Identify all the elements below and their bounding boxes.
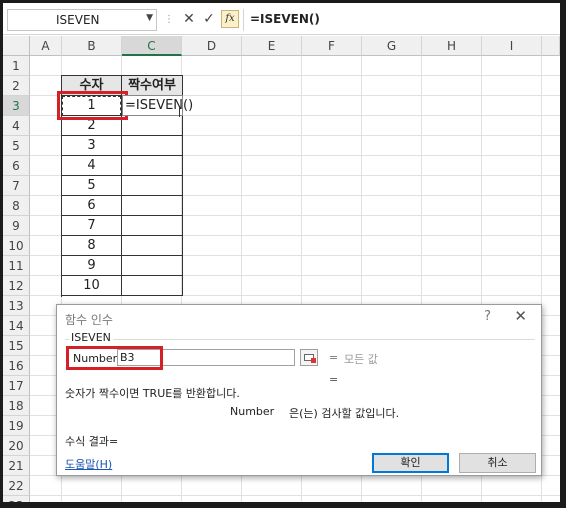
group-border (65, 339, 535, 340)
range-icon-arrow (311, 358, 316, 363)
cell-b7[interactable]: 5 (62, 176, 122, 196)
dialog-title: 함수 인수 (65, 313, 113, 327)
row-header-15[interactable]: 15 (3, 336, 30, 356)
argument-result: 모든 값 (344, 353, 378, 366)
highlight-box-number (66, 346, 163, 370)
formula-result: 수식 결과= (65, 435, 119, 448)
row-header-2[interactable]: 2 (3, 76, 30, 96)
row-header-23[interactable]: 23 (3, 496, 30, 502)
cell-b8[interactable]: 6 (62, 196, 122, 216)
cell-b9[interactable]: 7 (62, 216, 122, 236)
row-header-18[interactable]: 18 (3, 396, 30, 416)
cell-c6[interactable] (122, 156, 183, 176)
cell-b6[interactable]: 4 (62, 156, 122, 176)
function-arguments-dialog: 함수 인수 ? ✕ ISEVEN Number B3 = 모든 값 = 숫자가 … (56, 304, 542, 476)
row-header-10[interactable]: 10 (3, 236, 30, 256)
cancel-formula-button[interactable]: ✕ (181, 11, 197, 27)
ok-button[interactable]: 확인 (372, 453, 449, 473)
row-header-21[interactable]: 21 (3, 456, 30, 476)
row-header-1[interactable]: 1 (3, 56, 30, 76)
argument-description: 은(는) 검사할 값입니다. (289, 407, 400, 420)
enter-formula-button[interactable]: ✓ (201, 11, 217, 27)
chevron-down-icon[interactable]: ▼ (146, 13, 153, 23)
excel-window: ISEVEN ▼ ⋮ ✕ ✓ fx =ISEVEN() A B C D E F … (3, 3, 560, 502)
text-cursor-icon (179, 107, 180, 117)
row-header-13[interactable]: 13 (3, 296, 30, 316)
row-header-14[interactable]: 14 (3, 316, 30, 336)
column-header-a[interactable]: A (30, 36, 62, 56)
column-header-d[interactable]: D (182, 36, 242, 56)
argument-description-name: Number (230, 405, 275, 418)
cell-b12[interactable]: 10 (62, 276, 122, 296)
row-header-17[interactable]: 17 (3, 376, 30, 396)
row-header-4[interactable]: 4 (3, 116, 30, 136)
row-header-8[interactable]: 8 (3, 196, 30, 216)
cell-c7[interactable] (122, 176, 183, 196)
row-header-16[interactable]: 16 (3, 356, 30, 376)
name-box[interactable]: ISEVEN ▼ (7, 9, 157, 31)
column-header-f[interactable]: F (302, 36, 362, 56)
collapse-dialog-icon[interactable] (300, 349, 318, 366)
row-header-3[interactable]: 3 (3, 96, 30, 116)
formula-text: =ISEVEN() (250, 12, 320, 26)
row-header-9[interactable]: 9 (3, 216, 30, 236)
cell-b10[interactable]: 8 (62, 236, 122, 256)
row-header-6[interactable]: 6 (3, 156, 30, 176)
row-header-19[interactable]: 19 (3, 416, 30, 436)
function-name: ISEVEN (69, 331, 113, 344)
cell-b11[interactable]: 9 (62, 256, 122, 276)
column-header-g[interactable]: G (362, 36, 422, 56)
row-header-12[interactable]: 12 (3, 276, 30, 296)
cell-c9[interactable] (122, 216, 183, 236)
column-header-e[interactable]: E (242, 36, 302, 56)
function-description: 숫자가 짝수이면 TRUE를 반환합니다. (65, 387, 240, 400)
help-link[interactable]: 도움말(H) (65, 456, 112, 472)
formula-input[interactable]: =ISEVEN() (243, 9, 560, 31)
row-header-20[interactable]: 20 (3, 436, 30, 456)
row-header-5[interactable]: 5 (3, 136, 30, 156)
cell-c5[interactable] (122, 136, 183, 156)
grip-icon[interactable]: ⋮ (161, 12, 177, 28)
help-question-icon[interactable]: ? (484, 309, 491, 324)
function-result-equals: = (329, 373, 339, 386)
row-header-22[interactable]: 22 (3, 476, 30, 496)
name-box-value: ISEVEN (56, 13, 100, 27)
row-header-7[interactable]: 7 (3, 176, 30, 196)
cancel-button[interactable]: 취소 (459, 453, 536, 473)
highlight-box-b3 (57, 91, 128, 120)
column-header-b[interactable]: B (62, 36, 122, 56)
select-all-corner[interactable] (3, 36, 30, 56)
cell-c8[interactable] (122, 196, 183, 216)
cell-c11[interactable] (122, 256, 183, 276)
header-cell-c2[interactable]: 짝수여부 (122, 76, 183, 96)
column-header-h[interactable]: H (422, 36, 482, 56)
insert-function-button[interactable]: fx (221, 10, 239, 28)
gridline (30, 495, 560, 496)
cell-c10[interactable] (122, 236, 183, 256)
cell-b5[interactable]: 3 (62, 136, 122, 156)
row-header-11[interactable]: 11 (3, 256, 30, 276)
cell-c3-editor[interactable]: =ISEVEN() (122, 95, 193, 116)
column-header-c[interactable]: C (122, 36, 182, 56)
column-header-i[interactable]: I (482, 36, 542, 56)
cell-c4[interactable] (122, 116, 183, 136)
column-header-j[interactable] (542, 36, 560, 56)
formula-bar: ISEVEN ▼ ⋮ ✕ ✓ fx =ISEVEN() (3, 3, 560, 35)
close-icon[interactable]: ✕ (514, 307, 527, 325)
argument-equals: = (329, 351, 339, 364)
cell-c12[interactable] (122, 276, 183, 296)
